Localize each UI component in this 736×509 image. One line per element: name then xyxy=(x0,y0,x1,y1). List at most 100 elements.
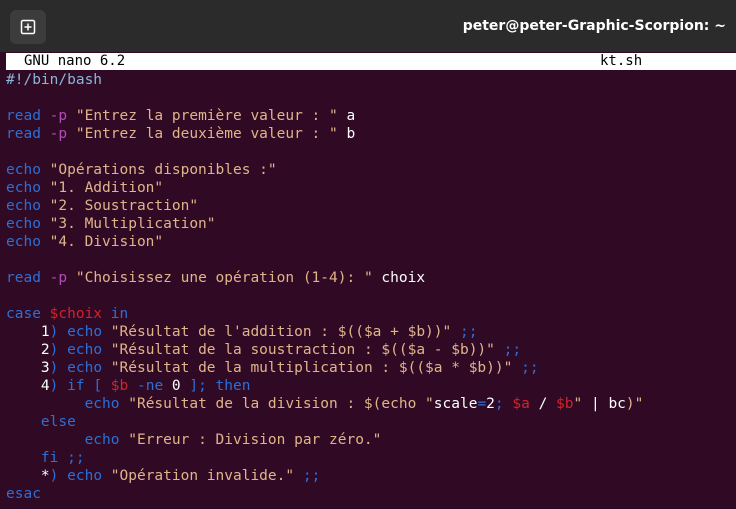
code-token: "3. Multiplication" xyxy=(49,216,216,232)
code-token: ) xyxy=(49,342,68,358)
code-line: echo "1. Addition" xyxy=(6,179,736,197)
nano-filename: kt.sh xyxy=(600,53,643,69)
new-tab-button[interactable] xyxy=(10,10,46,44)
code-token: ) xyxy=(49,378,68,394)
code-token: -ne xyxy=(128,378,172,394)
code-token: echo xyxy=(67,468,111,484)
editor-text-area[interactable]: #!/bin/bash read -p "Entrez la première … xyxy=(6,71,736,503)
code-token: "Entrez la deuxième valeur : " xyxy=(75,126,338,142)
window-titlebar[interactable]: peter@peter-Graphic-Scorpion: ~ xyxy=(0,0,736,52)
code-line: echo "Erreur : Division par zéro." xyxy=(6,431,736,449)
code-token: echo xyxy=(67,342,111,358)
code-token: ;; xyxy=(294,468,321,484)
code-token: "1. Addition" xyxy=(49,180,164,196)
code-token: "Opérations disponibles :" xyxy=(49,162,277,178)
code-line: echo "Résultat de la division : $(echo "… xyxy=(6,395,736,413)
code-token: $choix xyxy=(49,306,103,322)
code-token: read xyxy=(6,126,50,142)
code-token: = xyxy=(477,396,487,412)
code-token: "Résultat de la division : $(echo " xyxy=(128,396,434,412)
code-token: echo xyxy=(67,360,111,376)
code-token: echo xyxy=(84,396,129,412)
code-token: echo xyxy=(6,162,50,178)
code-token: fi ;; xyxy=(6,450,85,466)
code-line: read -p "Entrez la deuxième valeur : " b xyxy=(6,125,736,143)
code-token: ;; xyxy=(451,324,478,340)
code-token: "Résultat de l'addition : $(($a + $b))" xyxy=(110,324,452,340)
code-line: esac xyxy=(6,485,736,503)
code-token: 4 xyxy=(6,378,50,394)
code-token: -p xyxy=(49,126,76,142)
code-line: *) echo "Opération invalide." ;; xyxy=(6,467,736,485)
code-line: case $choix in xyxy=(6,305,736,323)
code-token: ) xyxy=(49,360,68,376)
nano-header-bar: GNU nano 6.2 kt.sh xyxy=(6,53,736,70)
code-token: -p xyxy=(49,108,76,124)
code-line: echo "3. Multiplication" xyxy=(6,215,736,233)
code-token: echo xyxy=(84,432,129,448)
code-token: "Choisissez une opération (1-4): " xyxy=(75,270,373,286)
window-title: peter@peter-Graphic-Scorpion: ~ xyxy=(462,18,726,34)
code-token: "2. Soustraction" xyxy=(49,198,199,214)
code-token: bc xyxy=(608,396,626,412)
code-token: echo xyxy=(6,216,50,232)
code-token: b xyxy=(337,126,356,142)
code-token: "Résultat de la multiplication : $(($a *… xyxy=(110,360,513,376)
code-token: 2 xyxy=(6,342,50,358)
code-token: $b xyxy=(110,378,129,394)
code-line: fi ;; xyxy=(6,449,736,467)
code-token: )" xyxy=(625,396,644,412)
code-token: ) xyxy=(49,324,68,340)
code-token: #!/bin/bash xyxy=(6,72,103,88)
code-token: ) xyxy=(49,468,68,484)
code-token: ]; then xyxy=(180,378,251,394)
code-token: scale xyxy=(433,396,478,412)
code-token: $b xyxy=(556,396,574,412)
code-token: ;; xyxy=(512,360,539,376)
code-line: read -p "Choisissez une opération (1-4):… xyxy=(6,269,736,287)
code-token: 2 xyxy=(486,396,495,412)
code-token: " xyxy=(573,396,583,412)
code-token: esac xyxy=(6,486,41,502)
code-token: 3 xyxy=(6,360,50,376)
code-token: if [ xyxy=(67,378,111,394)
code-token: "Opération invalide." xyxy=(110,468,295,484)
code-line: echo "2. Soustraction" xyxy=(6,197,736,215)
code-token: "Erreur : Division par zéro." xyxy=(128,432,382,448)
code-token: echo xyxy=(6,234,50,250)
code-token: * xyxy=(6,468,50,484)
code-line: else xyxy=(6,413,736,431)
code-token: ;; xyxy=(494,342,522,358)
code-token: in xyxy=(102,306,129,322)
nano-version: GNU nano 6.2 xyxy=(24,53,126,69)
code-token: read xyxy=(6,108,50,124)
code-token: | xyxy=(582,396,609,412)
code-token: a xyxy=(337,108,356,124)
code-line: 4) if [ $b -ne 0 ]; then xyxy=(6,377,736,395)
code-token: echo xyxy=(6,180,50,196)
code-line: #!/bin/bash xyxy=(6,71,736,89)
code-token: read xyxy=(6,270,50,286)
code-line: read -p "Entrez la première valeur : " a xyxy=(6,107,736,125)
code-token: "4. Division" xyxy=(49,234,164,250)
code-line: echo "Opérations disponibles :" xyxy=(6,161,736,179)
code-line: 2) echo "Résultat de la soustraction : $… xyxy=(6,341,736,359)
code-line: 1) echo "Résultat de l'addition : $(($a … xyxy=(6,323,736,341)
code-token: echo xyxy=(67,324,111,340)
code-token: -p xyxy=(49,270,76,286)
code-token: echo xyxy=(6,198,50,214)
code-token: choix xyxy=(372,270,426,286)
code-token: "Entrez la première valeur : " xyxy=(75,108,338,124)
code-token: 1 xyxy=(6,324,50,340)
code-token: / xyxy=(529,396,557,412)
new-tab-icon xyxy=(20,19,36,35)
code-line: 3) echo "Résultat de la multiplication :… xyxy=(6,359,736,377)
code-token: ; xyxy=(494,396,513,412)
code-line: echo "4. Division" xyxy=(6,233,736,251)
